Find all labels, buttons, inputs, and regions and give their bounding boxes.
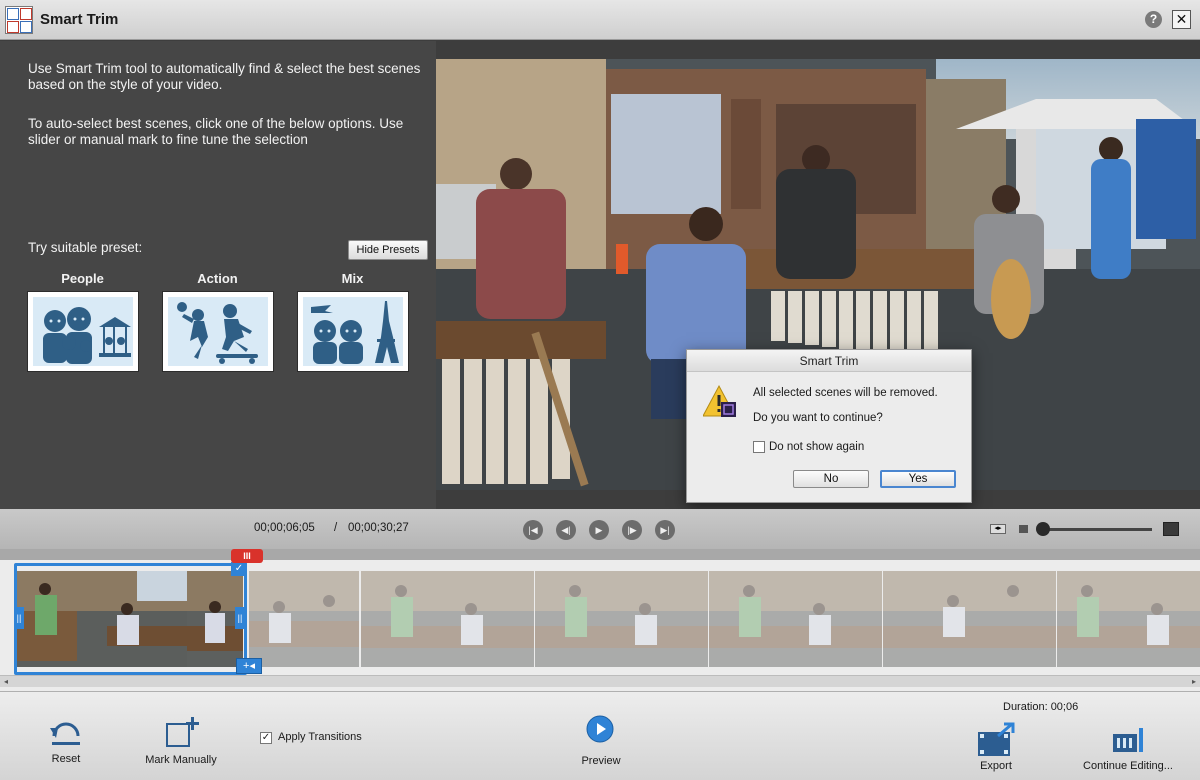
go-to-end-icon[interactable]: ▶|	[655, 520, 675, 540]
timeline-thumbnail[interactable]	[249, 571, 359, 667]
mark-manually-icon	[166, 717, 199, 747]
help-button[interactable]: ?	[1145, 11, 1162, 28]
preset-people-button[interactable]	[27, 291, 139, 372]
title-bar: Smart Trim ? ✕	[0, 0, 1200, 40]
current-timecode: 00;00;06;05	[254, 522, 315, 534]
selected-scene-range[interactable]	[14, 563, 247, 675]
thumbnail-image	[709, 571, 882, 667]
preset-name-people: People	[61, 271, 104, 286]
preset-mix-button[interactable]	[297, 291, 409, 372]
scroll-right-icon[interactable]: ▸	[1188, 676, 1200, 688]
do-not-show-again-label: Do not show again	[769, 441, 865, 453]
close-button[interactable]: ✕	[1172, 10, 1191, 29]
timecode-separator: /	[334, 522, 338, 534]
export-label: Export	[980, 760, 1012, 772]
total-timecode: 00;00;30;27	[348, 522, 409, 534]
timeline-thumbnail[interactable]	[883, 571, 1056, 667]
zoom-in-icon[interactable]	[1163, 522, 1179, 536]
thumbnail-image	[883, 571, 1056, 667]
duration-readout: Duration: 00;06	[1003, 701, 1079, 713]
step-back-icon[interactable]: ◀|	[556, 520, 576, 540]
zoom-slider-handle[interactable]	[1036, 522, 1050, 536]
app-icon	[5, 6, 33, 34]
reset-icon	[50, 722, 80, 745]
selection-check-icon[interactable]: ✓	[231, 562, 247, 576]
selection-left-handle[interactable]: ||	[14, 607, 24, 629]
window-title: Smart Trim	[40, 11, 119, 28]
thumbnail-image	[361, 571, 534, 667]
zoom-fit-icon[interactable]: ◂▸	[990, 524, 1006, 534]
hide-presets-button[interactable]: Hide Presets	[348, 240, 428, 260]
play-icon[interactable]: ▶	[589, 520, 609, 540]
add-scene-icon[interactable]: +◂	[236, 658, 262, 674]
no-button[interactable]: No	[793, 470, 869, 488]
thumbnail-image	[249, 571, 359, 667]
thumbnail-image	[1057, 571, 1200, 667]
do-not-show-again-checkbox[interactable]	[753, 441, 765, 453]
continue-editing-icon	[1113, 728, 1143, 752]
preset-label: Try suitable preset:	[28, 240, 143, 255]
timeline-scrollbar[interactable]: ◂ ▸	[0, 675, 1200, 687]
transport-bar: 00;00;06;05 / 00;00;30;27 |◀ ◀| ▶ |▶ ▶| …	[0, 509, 1200, 549]
smart-trim-confirm-dialog: Smart Trim All selected scenes will be r…	[686, 349, 972, 503]
preview-play-icon	[586, 715, 614, 743]
instruction-text-2: To auto-select best scenes, click one of…	[28, 116, 404, 147]
export-icon	[978, 722, 1015, 756]
reset-label: Reset	[51, 753, 81, 765]
step-forward-icon[interactable]: |▶	[622, 520, 642, 540]
instruction-text-1: Use Smart Trim tool to automatically fin…	[28, 61, 421, 92]
playhead-marker[interactable]: III	[231, 549, 263, 563]
yes-button[interactable]: Yes	[880, 470, 956, 488]
preset-action-button[interactable]	[162, 291, 274, 372]
zoom-slider-track[interactable]	[1040, 528, 1152, 531]
apply-transitions-checkbox[interactable]: ✓	[260, 732, 272, 744]
timeline-thumbnail[interactable]	[361, 571, 534, 667]
mix-preset-icon	[311, 301, 399, 364]
preset-name-action: Action	[197, 271, 238, 286]
zoom-out-icon[interactable]	[1019, 525, 1028, 533]
dialog-message-2: Do you want to continue?	[753, 412, 883, 424]
timeline-thumbnail[interactable]	[709, 571, 882, 667]
selection-right-handle[interactable]: ||	[235, 607, 245, 629]
dialog-message-1: All selected scenes will be removed.	[753, 387, 938, 399]
scroll-left-icon[interactable]: ◂	[0, 676, 12, 688]
smart-trim-options-panel: Use Smart Trim tool to automatically fin…	[0, 41, 436, 509]
preset-name-mix: Mix	[341, 271, 364, 286]
timeline-thumbnail[interactable]	[1057, 571, 1200, 667]
warning-icon	[703, 384, 736, 417]
go-to-start-icon[interactable]: |◀	[523, 520, 543, 540]
bottom-toolbar: Reset Mark Manually ✓ Apply Transitions …	[0, 691, 1200, 780]
dialog-title: Smart Trim	[687, 350, 971, 372]
mark-manually-label: Mark Manually	[145, 754, 217, 766]
thumbnail-image	[535, 571, 708, 667]
timeline[interactable]: || || ✓ +◂ III ◂ ▸	[0, 549, 1200, 691]
action-preset-icon	[177, 302, 258, 364]
continue-editing-label: Continue Editing...	[1083, 760, 1173, 772]
timeline-ruler	[0, 549, 1200, 560]
people-preset-icon	[43, 307, 131, 364]
timeline-thumbnail[interactable]	[535, 571, 708, 667]
apply-transitions-label: Apply Transitions	[278, 731, 362, 743]
preview-label: Preview	[581, 755, 621, 767]
